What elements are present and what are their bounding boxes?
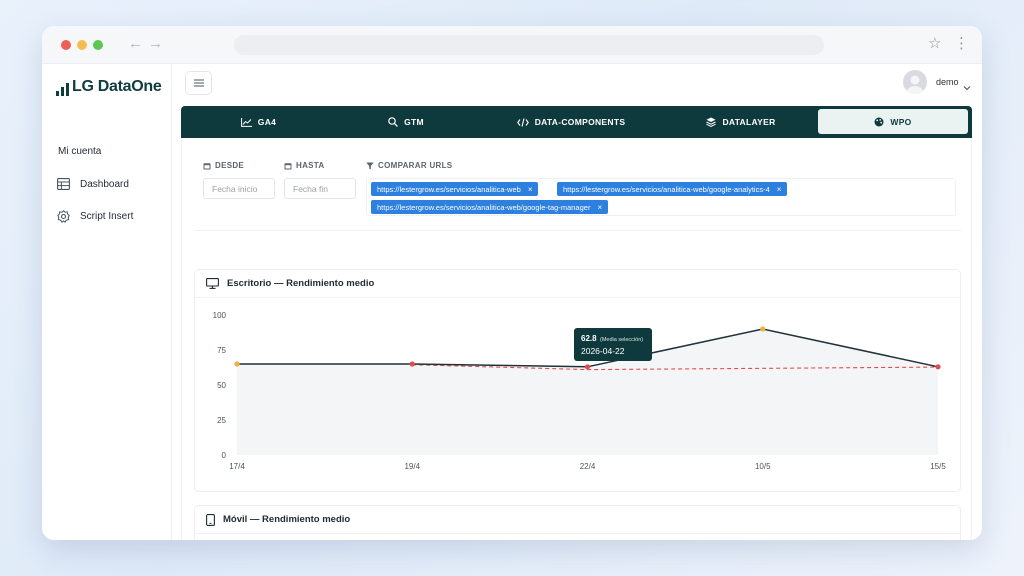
menu-toggle-button[interactable] (185, 71, 212, 95)
y-tick-label: 75 (217, 346, 226, 355)
tab-label: WPO (890, 116, 912, 127)
y-tick-label: 25 (217, 416, 226, 425)
bookmark-star-icon[interactable]: ☆ (928, 34, 941, 52)
back-arrow-icon[interactable]: ← (128, 35, 143, 52)
browser-window: ← → ☆ ⋮ LG DataOne Mi cuenta Dashboard S… (42, 26, 982, 540)
user-avatar-icon (907, 75, 923, 94)
remove-chip-button[interactable]: × (777, 185, 782, 194)
tab-label: GA4 (257, 117, 277, 127)
fecha-inicio-input[interactable] (203, 178, 275, 199)
sidebar-item-script-insert[interactable]: Script Insert (56, 209, 133, 223)
tooltip-date: 2026-04-22 (581, 346, 625, 356)
avatar[interactable] (903, 70, 927, 94)
remove-chip-button[interactable]: × (528, 185, 533, 194)
data-point (584, 364, 591, 370)
url-chip: https://lestergrow.es/servicios/analitic… (371, 182, 539, 196)
calendar-icon (203, 162, 211, 170)
y-tick-label: 100 (213, 311, 227, 320)
data-point (409, 361, 415, 367)
remove-chip-button[interactable]: × (597, 203, 602, 212)
tab-label: DATA-COMPONENTS (534, 117, 626, 127)
logo-bars-icon (56, 82, 69, 96)
data-point (760, 326, 766, 332)
maximize-window-button[interactable] (93, 40, 103, 50)
desktop-performance-card: Escritorio — Rendimiento medio 0 25 50 75 10… (194, 269, 961, 492)
mobile-performance-card: Móvil — Rendimiento medio 100 (194, 505, 961, 540)
compare-urls-input[interactable]: https://lestergrow.es/servicios/analitic… (366, 178, 956, 216)
browser-menu-icon[interactable]: ⋮ (954, 34, 969, 52)
url-chip: https://lestergrow.es/servicios/analitic… (557, 182, 788, 196)
tooltip-value: 62.8 (581, 334, 597, 343)
wpo-panel: DESDE HASTA COMPARAR URLS https://lester… (181, 138, 972, 540)
divider (194, 230, 961, 231)
card-header: Escritorio — Rendimiento medio (195, 270, 960, 298)
x-tick-label: 22/4 (580, 462, 596, 471)
desde-label: DESDE (203, 161, 244, 170)
hamburger-icon (193, 79, 204, 87)
tooltip-note: (Media selección) (600, 337, 643, 343)
tab-wpo[interactable]: WPO (818, 109, 968, 134)
tab-label: GTM (404, 117, 424, 127)
x-tick-label: 15/5 (930, 462, 946, 471)
hasta-label: HASTA (284, 161, 324, 170)
palette-icon (874, 117, 884, 127)
calendar-icon (284, 162, 292, 170)
logo-text: LG DataOne (72, 78, 162, 95)
card-header: Móvil — Rendimiento medio (195, 506, 960, 534)
table-icon (56, 177, 70, 191)
tab-label: DATALAYER (722, 117, 776, 127)
monitor-icon (206, 278, 219, 289)
chevron-down-icon[interactable] (963, 78, 971, 96)
sidebar-item-label: Dashboard (80, 178, 129, 190)
desktop-line-chart: 0 25 50 75 100 17/4 19/4 22/4 10/5 15/5 62.8 (Media… (213, 311, 947, 471)
sidebar-section-title: Mi cuenta (58, 146, 102, 157)
browser-chrome: ← → ☆ ⋮ (42, 26, 982, 64)
section-tabs: GA4 GTM DATA-COMPONENTS DATALAYER WPO (181, 106, 972, 138)
data-point (935, 364, 941, 370)
tab-datalayer[interactable]: DATALAYER (666, 106, 816, 138)
y-tick-label: 50 (217, 381, 226, 390)
layers-icon (706, 117, 717, 127)
phone-icon (206, 513, 215, 526)
y-tick-label: 0 (222, 451, 227, 460)
tab-ga4[interactable]: GA4 (181, 106, 336, 138)
sidebar-item-dashboard[interactable]: Dashboard (56, 177, 129, 191)
x-tick-label: 17/4 (229, 462, 245, 471)
user-name[interactable]: demo (936, 77, 959, 87)
address-bar[interactable] (234, 35, 824, 55)
minimize-window-button[interactable] (77, 40, 87, 50)
x-tick-label: 19/4 (404, 462, 420, 471)
search-icon (388, 117, 398, 127)
tab-gtm[interactable]: GTM (336, 106, 476, 138)
fecha-fin-input[interactable] (284, 178, 356, 199)
gear-icon (56, 209, 70, 223)
mobile-line-chart: 100 (195, 534, 960, 540)
filter-icon (366, 162, 374, 170)
close-window-button[interactable] (61, 40, 71, 50)
tooltip-box (574, 328, 652, 361)
line-chart-icon (240, 117, 252, 127)
x-tick-label: 10/5 (755, 462, 771, 471)
forward-arrow-icon[interactable]: → (148, 35, 163, 52)
brand-logo[interactable]: LG DataOne (56, 78, 162, 96)
url-chip: https://lestergrow.es/servicios/analitic… (371, 200, 609, 214)
tab-data-components[interactable]: DATA-COMPONENTS (476, 106, 666, 138)
sidebar-item-label: Script Insert (80, 210, 134, 222)
code-icon (516, 117, 529, 127)
card-title: Escritorio — Rendimiento medio (227, 278, 375, 289)
card-title: Móvil — Rendimiento medio (223, 514, 351, 525)
data-point (234, 361, 240, 367)
chart-tooltip: 62.8 (Media selección) 2026-04-22 (574, 328, 652, 361)
comparar-urls-label: COMPARAR URLS (366, 161, 452, 170)
sidebar: LG DataOne Mi cuenta Dashboard Script In… (42, 64, 172, 540)
